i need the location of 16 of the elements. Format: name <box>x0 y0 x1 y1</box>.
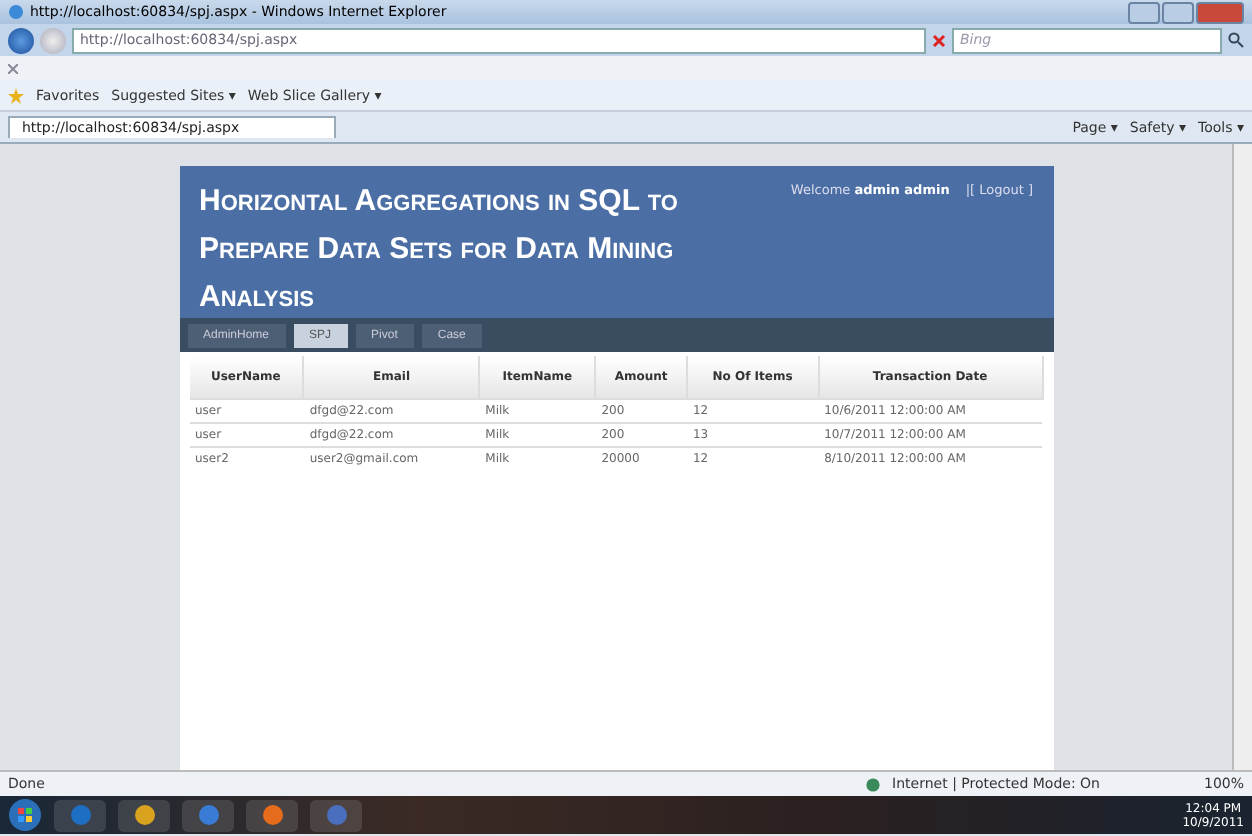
minimize-button[interactable] <box>1128 1 1160 23</box>
maximize-button[interactable] <box>1162 1 1194 23</box>
taskbar-app-icon[interactable] <box>246 799 298 831</box>
taskbar-app-icon[interactable] <box>118 799 170 831</box>
taskbar-app-icon[interactable] <box>54 799 106 831</box>
scrollbar[interactable] <box>1232 144 1252 770</box>
search-icon[interactable] <box>1228 32 1244 48</box>
page-heading: Horizontal Aggregations in SQL to Prepare Data Sets for Data Mining Analysis <box>199 182 680 306</box>
close-icon[interactable] <box>932 33 946 47</box>
back-button[interactable] <box>8 27 34 53</box>
start-button[interactable] <box>8 798 42 832</box>
taskbar-app-icon[interactable] <box>182 799 234 831</box>
close-button[interactable] <box>1196 1 1244 23</box>
star-icon <box>8 87 24 103</box>
taskbar-app-icon[interactable] <box>310 799 362 831</box>
close-icon[interactable] <box>8 63 18 73</box>
